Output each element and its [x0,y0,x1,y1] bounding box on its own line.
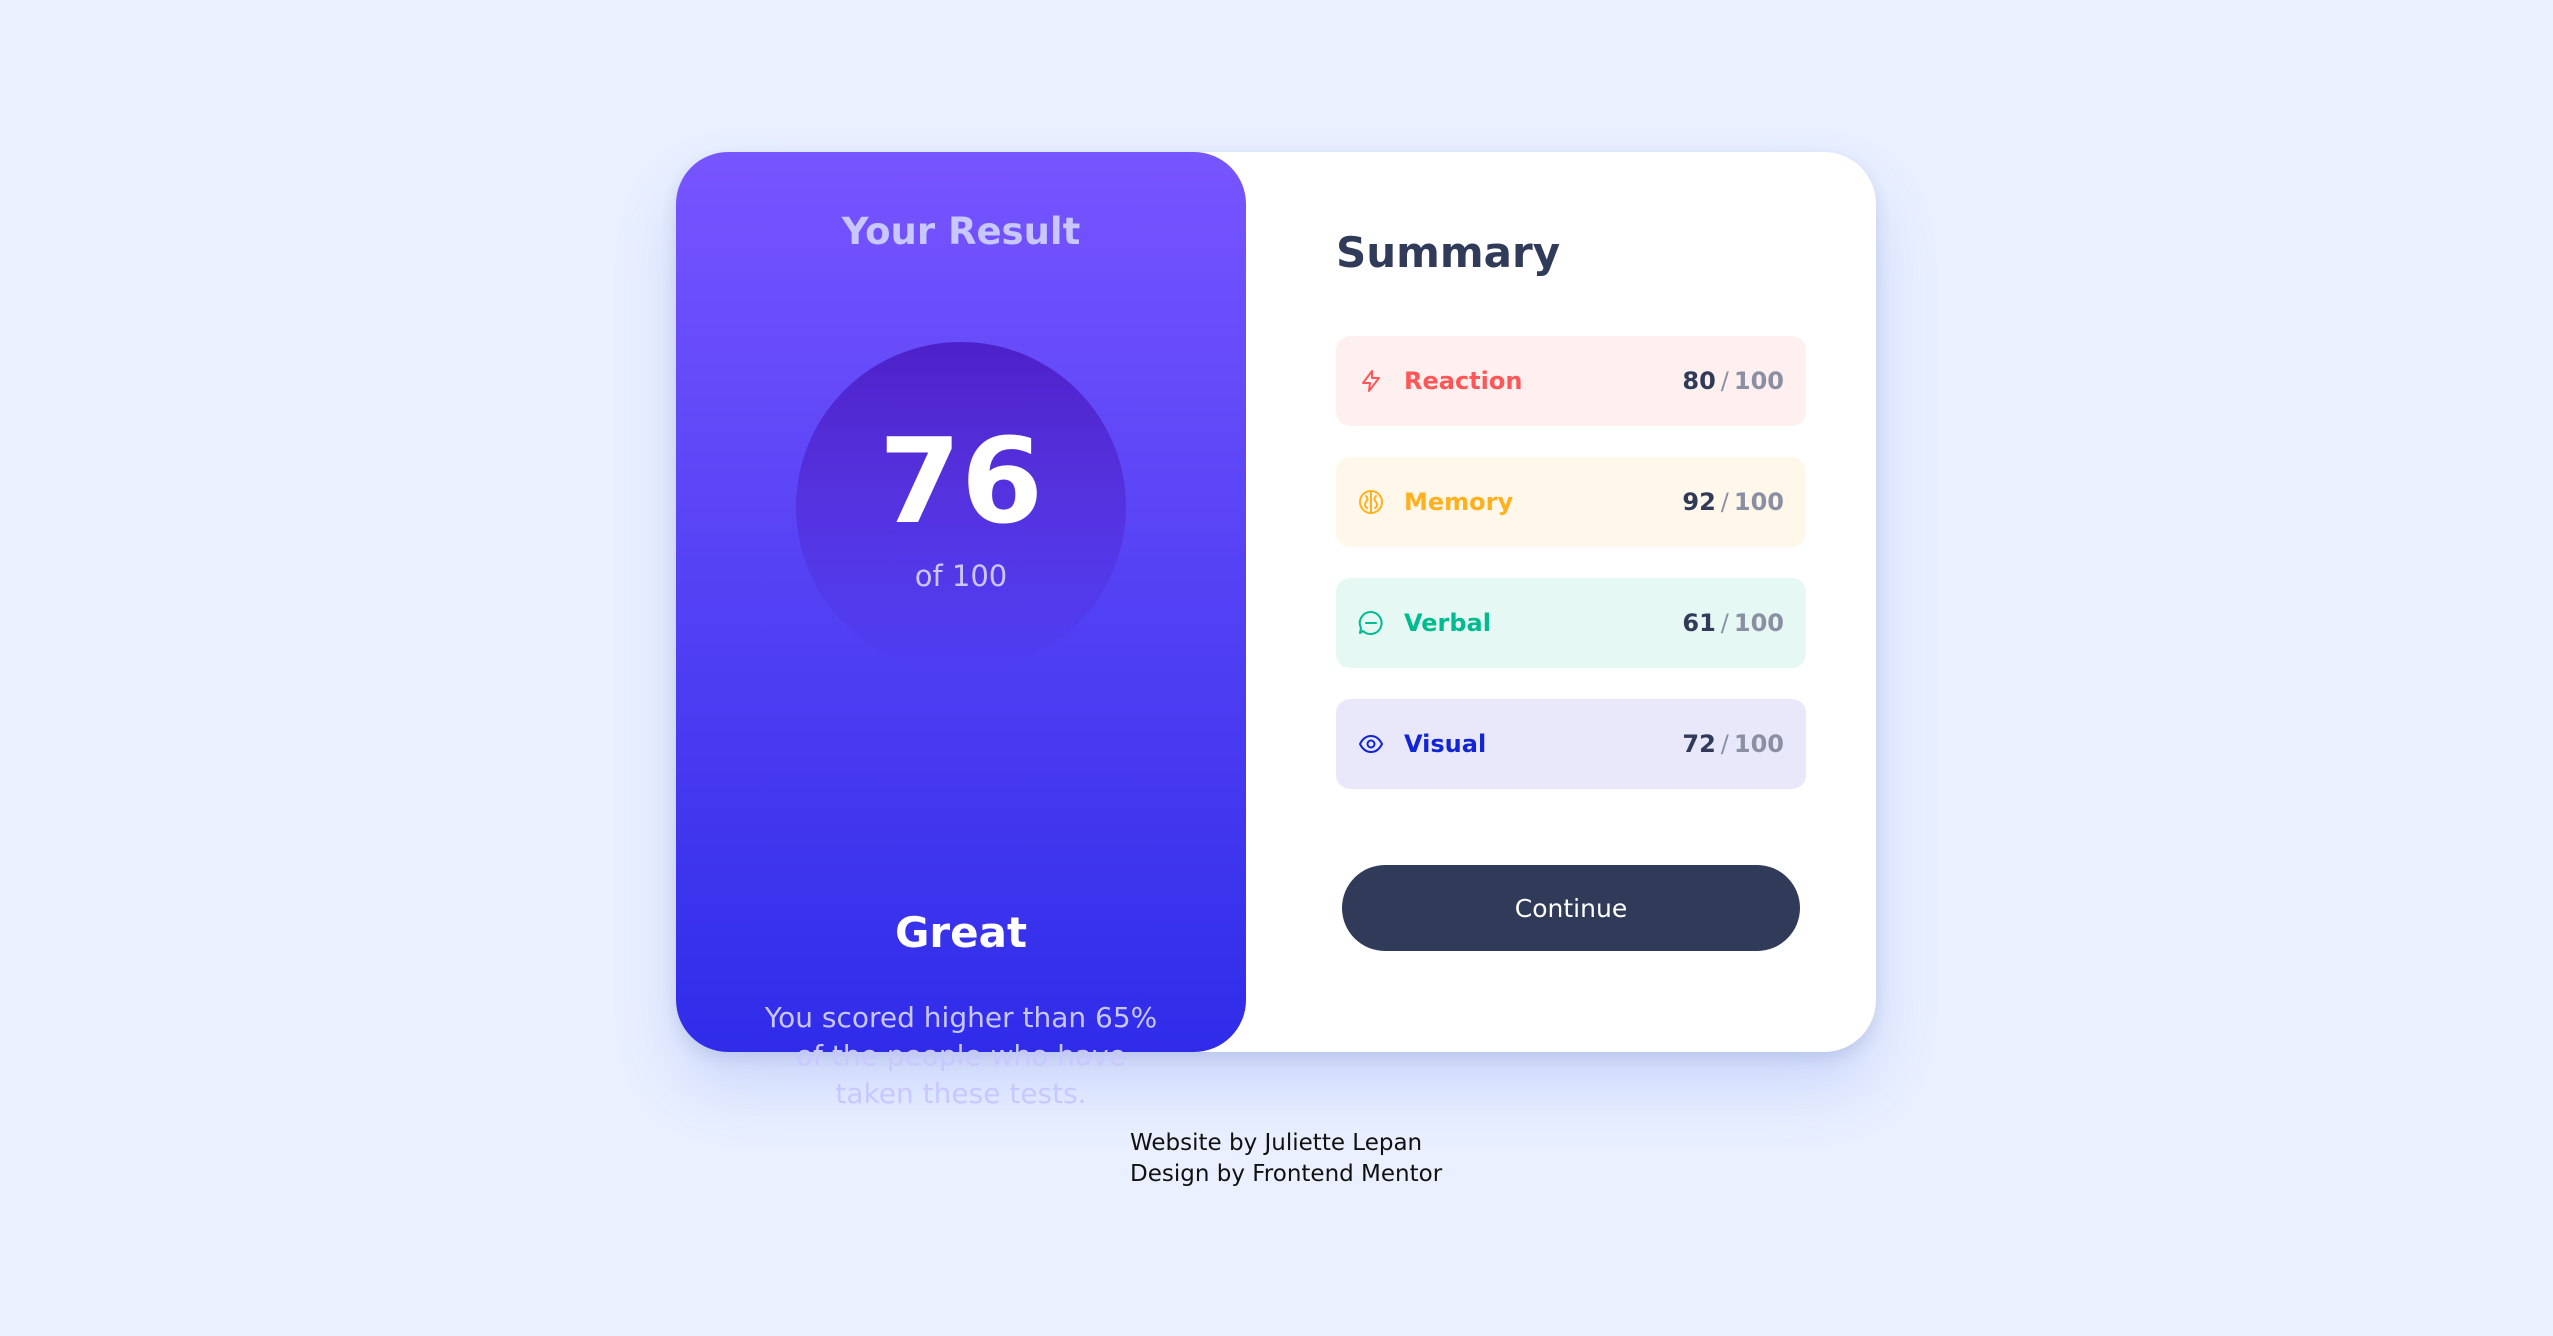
summary-list: Reaction 80 / 100 Memory 92 / 100 Verbal… [1336,336,1806,820]
footer-website-credit: Website by Juliette Lepan [1130,1130,1423,1156]
lightning-icon [1358,368,1384,394]
summary-max: 100 [1733,488,1784,516]
score-value: 76 [878,412,1044,550]
summary-separator: / [1720,488,1729,516]
summary-label: Visual [1404,730,1487,758]
score-total: of 100 [914,559,1008,593]
summary-score: 72 [1682,730,1716,758]
summary-separator: / [1720,730,1729,758]
summary-score: 61 [1682,609,1716,637]
brain-icon [1358,489,1384,515]
results-card: Your Result 76 of 100 Great You scored h… [676,152,1876,1110]
summary-separator: / [1720,609,1729,637]
summary-row-visual: Visual 72 / 100 [1336,699,1806,789]
summary-label: Verbal [1404,609,1491,637]
summary-score: 80 [1682,367,1716,395]
summary-label: Memory [1404,488,1514,516]
summary-max: 100 [1733,367,1784,395]
summary-score: 92 [1682,488,1716,516]
rating-label: Great [894,908,1028,957]
score-circle: 76 of 100 [796,342,1126,672]
summary-max: 100 [1733,609,1784,637]
result-panel: Your Result 76 of 100 Great You scored h… [676,152,1246,1110]
result-title: Your Result [841,210,1081,253]
continue-button[interactable]: Continue [1342,865,1800,951]
footer-attribution: Website by Juliette Lepan Design by Fron… [1130,1128,1442,1190]
summary-row-reaction: Reaction 80 / 100 [1336,336,1806,426]
footer-design-credit: Design by Frontend Mentor [1130,1161,1443,1187]
chat-bubble-icon [1358,610,1384,636]
summary-row-memory: Memory 92 / 100 [1336,457,1806,547]
summary-row-verbal: Verbal 61 / 100 [1336,578,1806,668]
rating-description: You scored higher than 65% of the people… [764,1001,1158,1110]
eye-icon [1358,731,1384,757]
summary-label: Reaction [1404,367,1523,395]
summary-title: Summary [1336,228,1561,277]
summary-separator: / [1720,367,1729,395]
summary-max: 100 [1733,730,1784,758]
summary-panel: Summary Reaction 80 / 100 Memory 92 / 10… [1246,152,1876,1052]
